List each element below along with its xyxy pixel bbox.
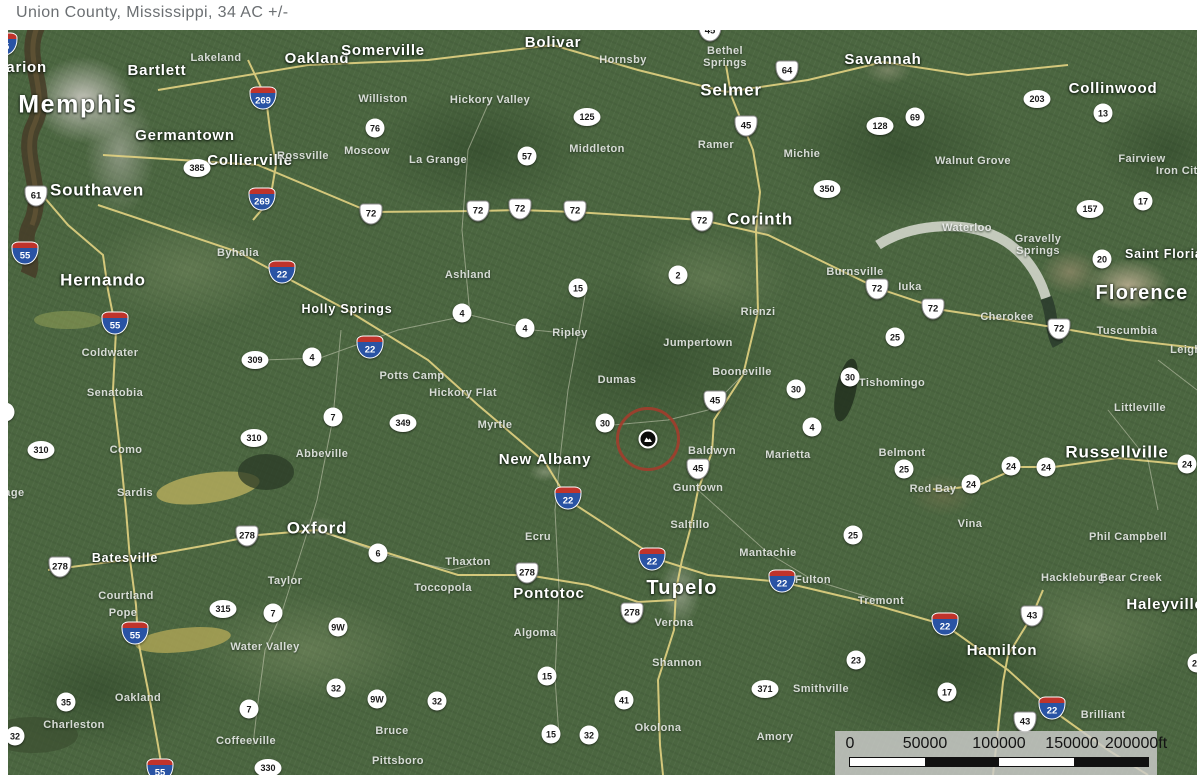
route-shield-55: 55 [147, 759, 174, 776]
route-shield-9W: 9W [368, 690, 387, 709]
route-shield-7: 7 [240, 700, 259, 719]
route-shield-7: 7 [324, 408, 343, 427]
route-shield-330: 330 [255, 759, 282, 775]
route-shield-7: 7 [264, 604, 283, 623]
route-shield-15: 15 [569, 279, 588, 298]
route-shield-371: 371 [752, 680, 779, 698]
route-shield-4: 4 [803, 418, 822, 437]
scale-label: 200000ft [1105, 735, 1167, 753]
route-shield-13: 13 [1094, 104, 1113, 123]
scale-bar-segments [849, 757, 1149, 767]
route-shield-17: 17 [938, 683, 957, 702]
route-shield-4: 4 [516, 319, 535, 338]
route-shield-24: 24 [1037, 458, 1056, 477]
route-shield-157: 157 [1077, 200, 1104, 218]
lake-shape [878, 226, 1046, 298]
scale-bar: 050000100000150000200000ft [835, 731, 1157, 775]
scale-segment [999, 758, 1074, 766]
route-shield-23: 23 [847, 651, 866, 670]
route-shield-4: 4 [453, 304, 472, 323]
lake-shape [830, 357, 863, 424]
route-shield-30: 30 [787, 380, 806, 399]
route-shield-25: 25 [886, 328, 905, 347]
route-shield-32: 32 [327, 679, 346, 698]
route-shield-25: 25 [844, 526, 863, 545]
route-shield-2: 2 [669, 266, 688, 285]
scale-segment [925, 758, 1000, 766]
route-shield-203: 203 [1024, 90, 1051, 108]
terrain-roads-layer [8, 30, 1197, 775]
route-shield-24: 24 [962, 475, 981, 494]
map-canvas[interactable]: 050000100000150000200000ft MemphisSoutha… [8, 30, 1197, 775]
route-shield-57: 57 [518, 147, 537, 166]
route-shield-350: 350 [814, 180, 841, 198]
route-shield-32: 32 [580, 726, 599, 745]
route-shield-385: 385 [184, 159, 211, 177]
route-shield-9W: 9W [329, 618, 348, 637]
scale-label: 0 [846, 735, 855, 753]
route-shield-17: 17 [1134, 192, 1153, 211]
route-shield-310: 310 [241, 429, 268, 447]
route-shield-315: 315 [210, 600, 237, 618]
route-shield-310: 310 [28, 441, 55, 459]
map-title: Union County, Mississippi, 34 AC +/- [16, 4, 288, 22]
route-shield-349: 349 [390, 414, 417, 432]
route-shield-309: 309 [242, 351, 269, 369]
scale-label: 150000 [1045, 735, 1098, 753]
route-shield-128: 128 [867, 117, 894, 135]
route-shield-76: 76 [366, 119, 385, 138]
route-shield-15: 15 [542, 725, 561, 744]
route-shield-24: 24 [1178, 455, 1197, 474]
route-shield-15: 15 [538, 667, 557, 686]
scale-segment [1074, 758, 1149, 766]
photo-icon [644, 436, 652, 442]
scale-segment [850, 758, 925, 766]
route-shield-30: 30 [841, 368, 860, 387]
property-marker[interactable] [639, 430, 658, 449]
route-shield-69: 69 [906, 108, 925, 127]
route-shield-6: 6 [369, 544, 388, 563]
highway-lines [38, 45, 1197, 775]
route-shield-20: 20 [1093, 250, 1112, 269]
route-shield-32: 32 [428, 692, 447, 711]
scale-label: 100000 [972, 735, 1025, 753]
route-shield-4: 4 [303, 348, 322, 367]
page: Union County, Mississippi, 34 AC +/- [0, 0, 1200, 778]
lake-shape [134, 623, 232, 657]
route-shield-41: 41 [615, 691, 634, 710]
route-shield-125: 125 [574, 108, 601, 126]
route-shield-30: 30 [596, 414, 615, 433]
route-shield-25: 25 [895, 460, 914, 479]
scale-label: 50000 [903, 735, 948, 753]
route-shield-24: 24 [1002, 457, 1021, 476]
route-shield-35: 35 [57, 693, 76, 712]
